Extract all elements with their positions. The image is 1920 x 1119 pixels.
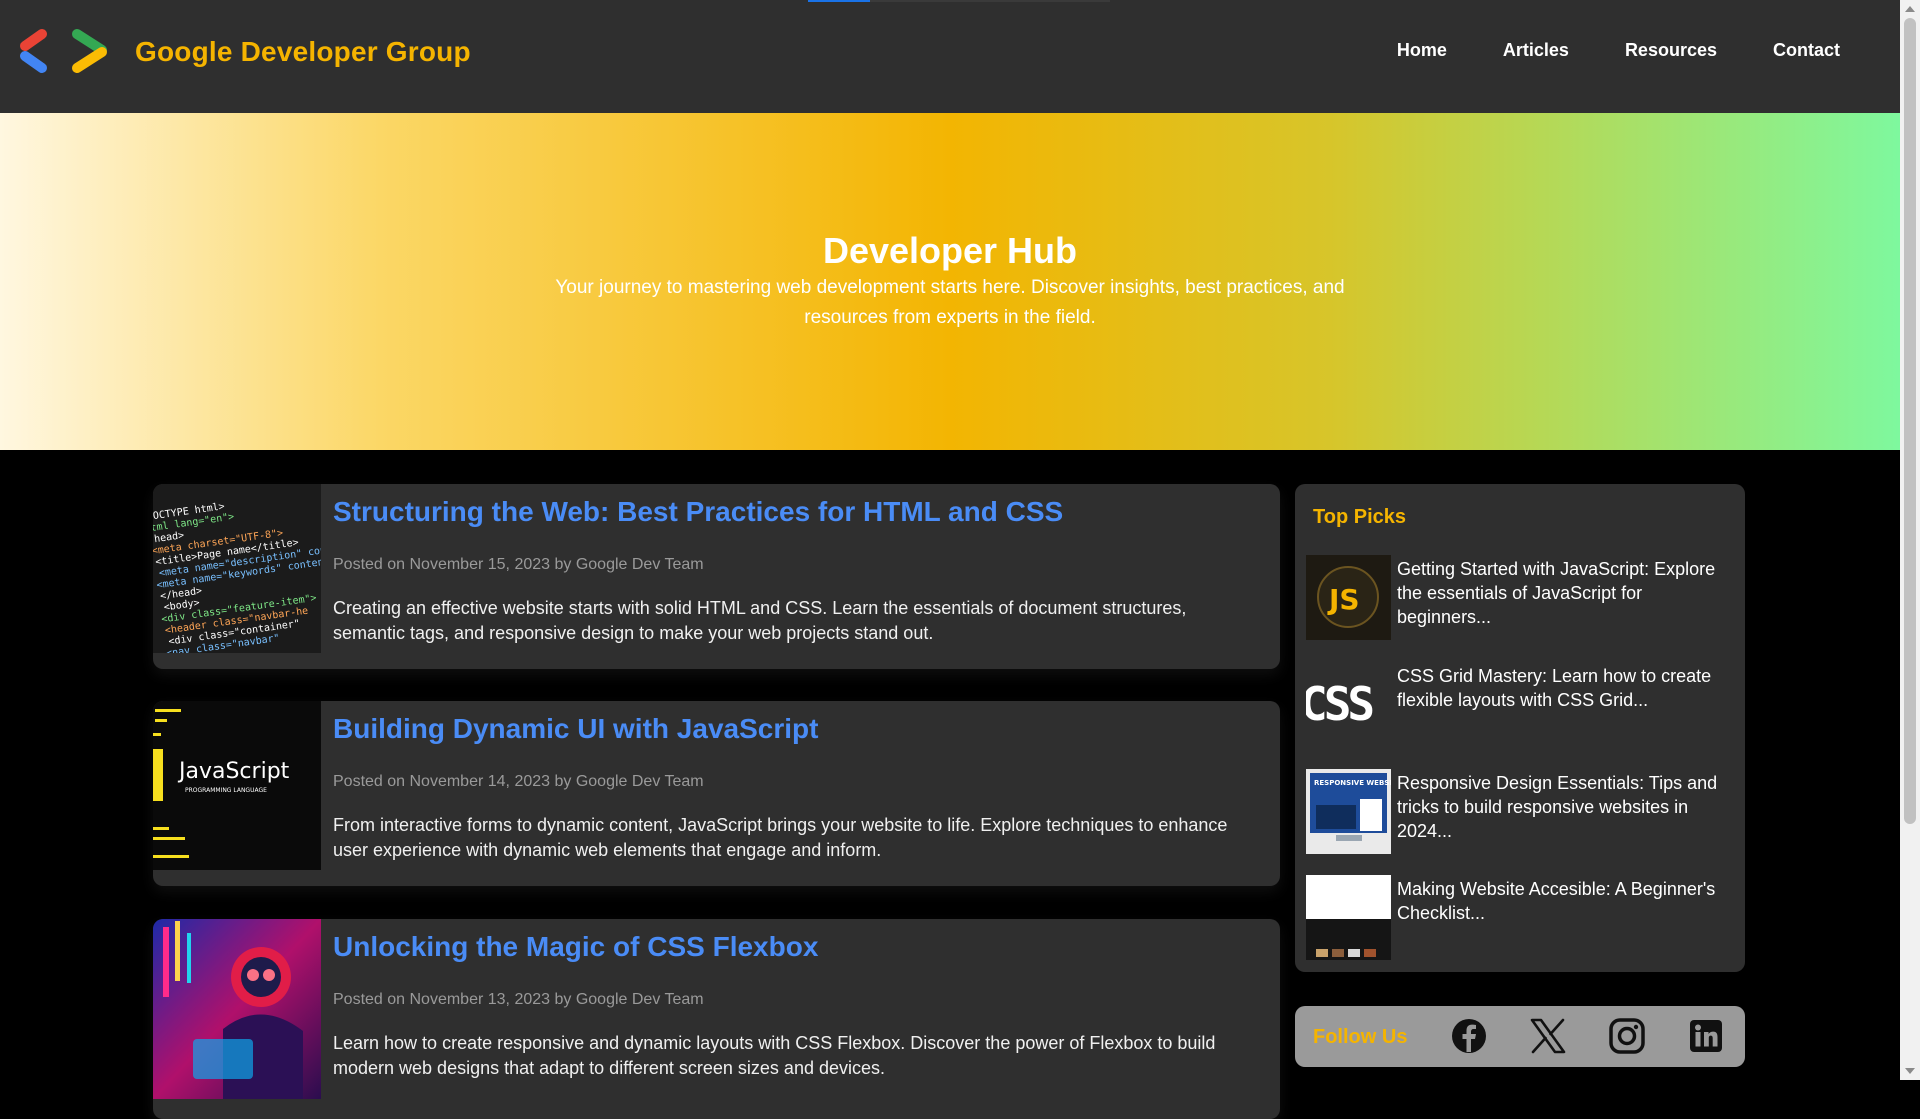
nav-contact[interactable]: Contact <box>1773 40 1840 61</box>
facebook-icon[interactable] <box>1449 1016 1489 1056</box>
top-pick-text: CSS Grid Mastery: Learn how to create fl… <box>1397 666 1712 710</box>
nav-articles[interactable]: Articles <box>1503 40 1569 61</box>
article-card: DOCTYPE html> tml lang="en"> head> <meta c… <box>153 484 1280 669</box>
article-title[interactable]: Structuring the Web: Best Practices for … <box>333 496 1063 528</box>
nav-home[interactable]: Home <box>1397 40 1447 61</box>
x-icon[interactable] <box>1528 1016 1568 1056</box>
hero-subtitle: Your journey to mastering web developmen… <box>555 277 1345 328</box>
top-pick-item[interactable]: RESPONSIVE WEBSITE DESIGN Responsive Des… <box>1306 769 1736 854</box>
page-load-progress <box>808 0 1110 2</box>
top-picks-title: Top Picks <box>1313 506 1406 528</box>
hero-title: Developer Hub <box>822 230 1078 271</box>
article-excerpt: Learn how to create responsive and dynam… <box>333 1033 1216 1078</box>
scroll-down-arrow[interactable] <box>1905 1068 1915 1074</box>
article-meta: Posted on November 15, 2023 by Google De… <box>333 556 704 573</box>
top-pick-item[interactable]: CSS CSS Grid Mastery: Learn how to creat… <box>1306 662 1736 747</box>
top-navbar: Google Developer Group Home Articles Res… <box>0 0 1900 113</box>
hero-banner: Developer Hub Your journey to mastering … <box>0 113 1900 450</box>
gdg-logo[interactable] <box>16 24 120 78</box>
flexbox-thumbnail[interactable] <box>153 919 321 1099</box>
responsive-design-thumbnail: RESPONSIVE WEBSITE DESIGN <box>1306 769 1391 854</box>
main-nav: Home Articles Resources Contact <box>1397 40 1840 61</box>
top-pick-text: Responsive Design Essentials: Tips and t… <box>1397 773 1718 841</box>
html-code-thumbnail[interactable]: DOCTYPE html>tml lang="en">head> <meta c… <box>153 484 321 653</box>
thumb-subtitle: PROGRAMMING LANGUAGE <box>185 787 267 794</box>
top-pick-item[interactable]: Making Website Accesible: A Beginner's C… <box>1306 875 1736 960</box>
article-card: Unlocking the Magic of CSS Flexbox Poste… <box>153 919 1280 1119</box>
top-pick-item[interactable]: JS Getting Started with JavaScript: Expl… <box>1306 555 1736 640</box>
article-title[interactable]: Unlocking the Magic of CSS Flexbox <box>333 931 818 963</box>
css-thumbnail: CSS <box>1306 662 1391 747</box>
article-meta: Posted on November 13, 2023 by Google De… <box>333 991 704 1008</box>
js-thumb-label: JS <box>1327 583 1360 616</box>
page-scrollbar[interactable] <box>1900 0 1920 1080</box>
js-thumbnail: JS <box>1306 555 1391 640</box>
accessibility-thumbnail <box>1306 875 1391 960</box>
linkedin-icon[interactable] <box>1686 1016 1726 1056</box>
thumb-title: JavaScript <box>177 759 290 784</box>
article-excerpt: Creating an effective website starts wit… <box>333 598 1187 643</box>
scroll-up-arrow[interactable] <box>1905 6 1915 12</box>
scrollbar-thumb[interactable] <box>1904 18 1916 824</box>
follow-us-label: Follow Us <box>1313 1026 1408 1048</box>
nav-resources[interactable]: Resources <box>1625 40 1717 61</box>
article-card: JavaScript PROGRAMMING LANGUAGE Building… <box>153 701 1280 886</box>
article-meta: Posted on November 14, 2023 by Google De… <box>333 773 704 790</box>
brand-title[interactable]: Google Developer Group <box>135 36 471 68</box>
responsive-thumb-label: RESPONSIVE WEBSITE DESIGN <box>1314 779 1391 787</box>
article-excerpt: From interactive forms to dynamic conten… <box>333 815 1228 860</box>
javascript-thumbnail[interactable]: JavaScript PROGRAMMING LANGUAGE <box>153 701 321 870</box>
instagram-icon[interactable] <box>1607 1016 1647 1056</box>
css-thumb-label: CSS <box>1306 677 1372 731</box>
follow-us-panel: Follow Us <box>1295 1006 1745 1067</box>
article-title[interactable]: Building Dynamic UI with JavaScript <box>333 713 818 745</box>
top-pick-text: Making Website Accesible: A Beginner's C… <box>1397 879 1716 923</box>
top-picks-panel: Top Picks JS Getting Started with JavaSc… <box>1295 484 1745 972</box>
top-pick-text: Getting Started with JavaScript: Explore… <box>1397 559 1716 627</box>
